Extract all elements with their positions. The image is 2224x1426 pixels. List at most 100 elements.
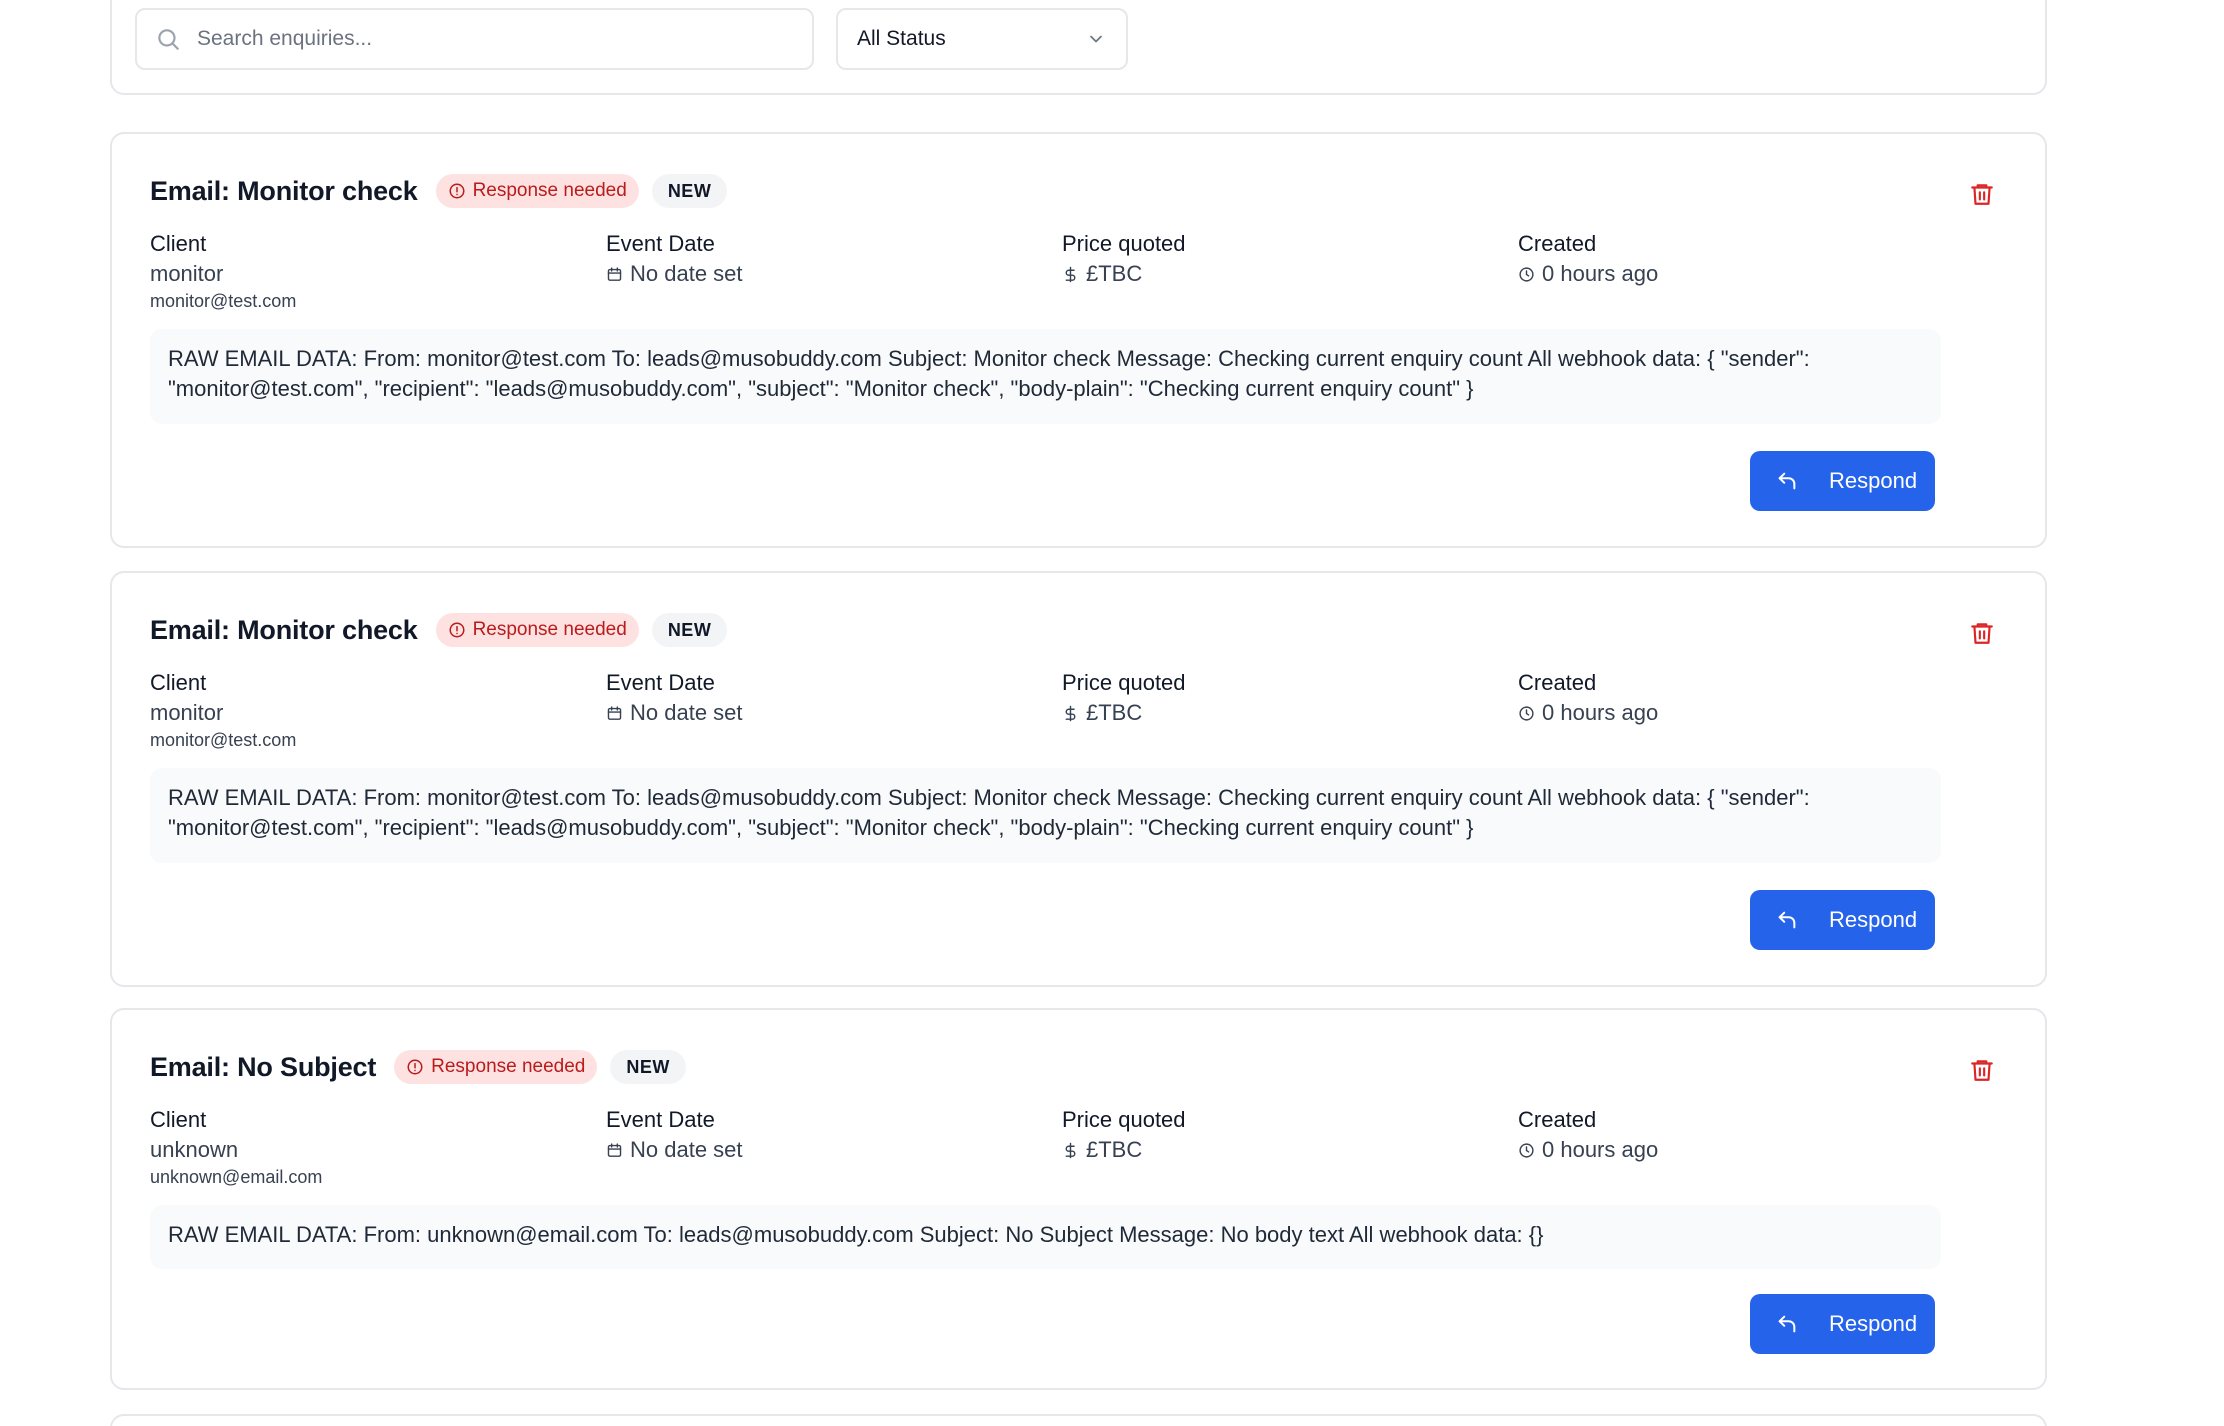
- event-date-label: Event Date: [606, 670, 715, 695]
- response-needed-label: Response needed: [431, 1056, 586, 1077]
- price-label: Price quoted: [1062, 1107, 1186, 1132]
- event-date-label: Event Date: [606, 231, 715, 256]
- respond-button[interactable]: Respond: [1750, 451, 1935, 511]
- price-label: Price quoted: [1062, 670, 1186, 695]
- trash-icon: [1971, 623, 1993, 644]
- status-filter-select[interactable]: All Status: [836, 8, 1128, 70]
- enquiry-title: Email: Monitor check: [150, 175, 418, 206]
- created-value-row: 0 hours ago: [1518, 698, 1658, 728]
- created-value-row: 0 hours ago: [1518, 259, 1658, 289]
- delete-button[interactable]: [1969, 1056, 1995, 1084]
- price-value: £TBC: [1086, 700, 1143, 725]
- created-value-row: 0 hours ago: [1518, 1135, 1658, 1165]
- created-value: 0 hours ago: [1542, 261, 1659, 286]
- trash-icon: [1971, 184, 1993, 205]
- respond-label: Respond: [1829, 907, 1918, 932]
- respond-button[interactable]: Respond: [1750, 1294, 1935, 1354]
- event-date-value-row: No date set: [606, 259, 743, 289]
- respond-button[interactable]: Respond: [1750, 890, 1935, 950]
- raw-email-data: RAW EMAIL DATA: From: unknown@email.com …: [150, 1205, 1941, 1269]
- response-needed-label: Response needed: [472, 180, 627, 201]
- enquiry-header: Email: Monitor check Response needed NEW: [150, 609, 728, 651]
- client-email: unknown@email.com: [150, 1167, 323, 1187]
- raw-email-data: RAW EMAIL DATA: From: monitor@test.com T…: [150, 329, 1941, 424]
- status-badge: NEW: [610, 1050, 686, 1084]
- created-field: Created 0 hours ago: [1518, 668, 1658, 728]
- enquiry-card: Email: Monitor check Response needed NEW…: [110, 571, 2047, 987]
- alert-circle-icon: [406, 1058, 424, 1076]
- event-date-field: Event Date No date set: [606, 668, 743, 728]
- raw-email-data: RAW EMAIL DATA: From: monitor@test.com T…: [150, 768, 1941, 863]
- enquiry-card: Email: Monitor check Response needed NEW…: [110, 132, 2047, 548]
- enquiries-page: All Status Email: Monitor check Response…: [0, 0, 2224, 1426]
- enquiry-header: Email: No Subject Response needed NEW: [150, 1046, 686, 1088]
- event-date-value: No date set: [630, 700, 743, 725]
- clock-icon: [1518, 266, 1535, 283]
- dollar-icon: [1062, 266, 1079, 283]
- client-label: Client: [150, 670, 207, 695]
- respond-label: Respond: [1829, 468, 1918, 493]
- client-name: unknown: [150, 1137, 239, 1162]
- dollar-icon: [1062, 705, 1079, 722]
- search-box[interactable]: [135, 8, 814, 70]
- price-value: £TBC: [1086, 1137, 1143, 1162]
- event-date-value-row: No date set: [606, 1135, 743, 1165]
- calendar-icon: [606, 1142, 623, 1159]
- delete-button[interactable]: [1969, 180, 1995, 208]
- price-field: Price quoted £TBC: [1062, 668, 1186, 728]
- created-value: 0 hours ago: [1542, 1137, 1659, 1162]
- alert-circle-icon: [448, 182, 466, 200]
- event-date-value: No date set: [630, 1137, 743, 1162]
- calendar-icon: [606, 705, 623, 722]
- response-needed-badge: Response needed: [394, 1050, 598, 1084]
- status-filter-value: All Status: [857, 27, 946, 50]
- status-badge: NEW: [651, 613, 728, 647]
- calendar-icon: [606, 266, 623, 283]
- created-field: Created 0 hours ago: [1518, 1105, 1658, 1165]
- search-input[interactable]: [197, 27, 777, 51]
- clock-icon: [1518, 705, 1535, 722]
- event-date-value-row: No date set: [606, 698, 743, 728]
- event-date-field: Event Date No date set: [606, 229, 743, 289]
- event-date-field: Event Date No date set: [606, 1105, 743, 1165]
- client-label: Client: [150, 231, 207, 256]
- enquiry-title: Email: Monitor check: [150, 614, 418, 645]
- client-field: Client monitor monitor@test.com: [150, 668, 296, 752]
- price-value-row: £TBC: [1062, 1135, 1186, 1165]
- event-date-value: No date set: [630, 261, 743, 286]
- response-needed-label: Response needed: [472, 619, 627, 640]
- client-name: monitor: [150, 261, 224, 286]
- price-field: Price quoted £TBC: [1062, 229, 1186, 289]
- alert-circle-icon: [448, 621, 466, 639]
- created-field: Created 0 hours ago: [1518, 229, 1658, 289]
- price-value: £TBC: [1086, 261, 1143, 286]
- client-name: monitor: [150, 700, 224, 725]
- price-value-row: £TBC: [1062, 259, 1186, 289]
- reply-icon: [1776, 909, 1798, 931]
- created-value: 0 hours ago: [1542, 700, 1659, 725]
- created-label: Created: [1518, 231, 1597, 256]
- enquiry-header: Email: Monitor check Response needed NEW: [150, 170, 728, 212]
- clock-icon: [1518, 1142, 1535, 1159]
- client-field: Client monitor monitor@test.com: [150, 229, 296, 313]
- delete-button[interactable]: [1969, 619, 1995, 647]
- event-date-label: Event Date: [606, 1107, 715, 1132]
- client-email: monitor@test.com: [150, 291, 297, 311]
- response-needed-badge: Response needed: [435, 174, 639, 208]
- enquiry-card: Email: No Subject Response needed NEW Cl…: [110, 1008, 2047, 1390]
- price-label: Price quoted: [1062, 231, 1186, 256]
- response-needed-badge: Response needed: [435, 613, 639, 647]
- trash-icon: [1971, 1060, 1993, 1081]
- search-icon: [155, 26, 181, 52]
- respond-label: Respond: [1829, 1311, 1918, 1336]
- client-email: monitor@test.com: [150, 730, 297, 750]
- reply-icon: [1776, 470, 1798, 492]
- reply-icon: [1776, 1313, 1798, 1335]
- price-value-row: £TBC: [1062, 698, 1186, 728]
- created-label: Created: [1518, 670, 1597, 695]
- enquiry-title: Email: No Subject: [150, 1051, 377, 1082]
- price-field: Price quoted £TBC: [1062, 1105, 1186, 1165]
- client-label: Client: [150, 1107, 207, 1132]
- chevron-down-icon: [1086, 29, 1106, 49]
- created-label: Created: [1518, 1107, 1597, 1132]
